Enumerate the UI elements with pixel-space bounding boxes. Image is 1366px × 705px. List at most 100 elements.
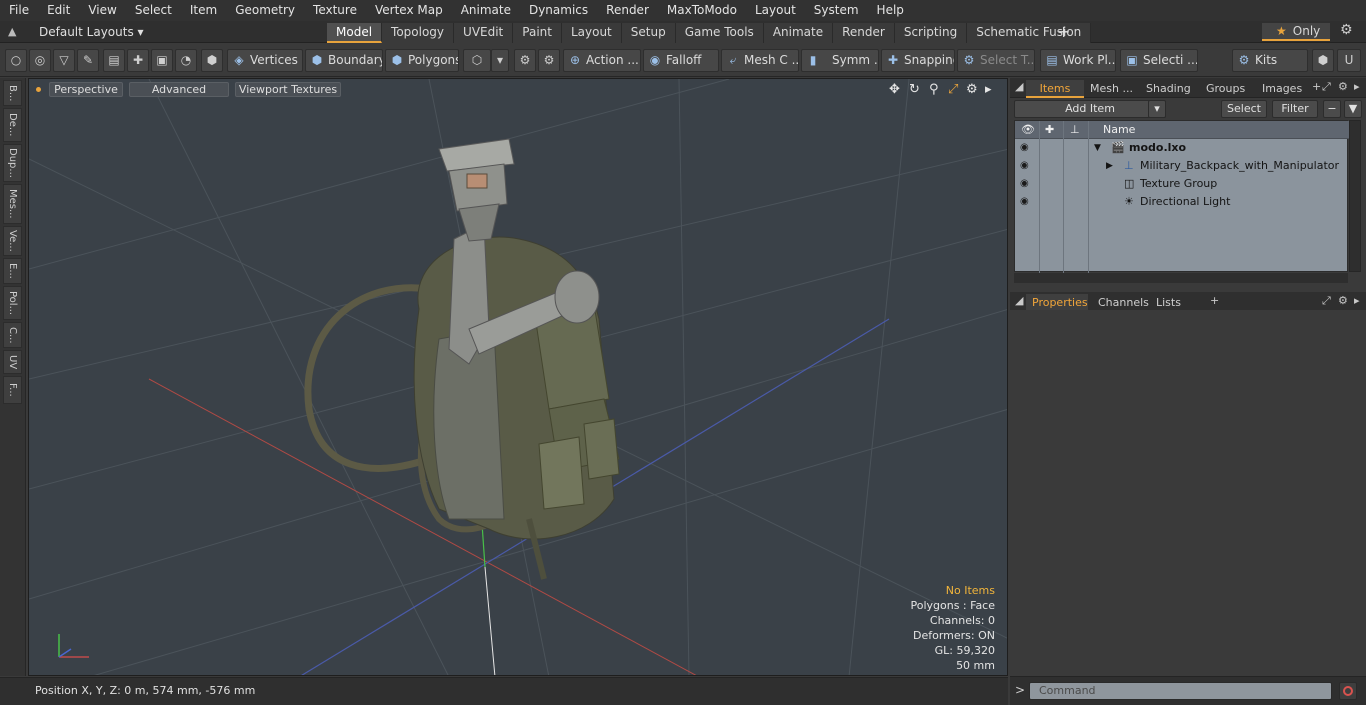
globe-icon[interactable]: ◎ xyxy=(29,49,51,72)
transform-icon[interactable]: ✚ xyxy=(127,49,149,72)
tab-topology[interactable]: Topology xyxy=(382,23,455,43)
tab-images[interactable]: Images xyxy=(1256,80,1308,98)
menu-vertex-map[interactable]: Vertex Map xyxy=(366,0,452,21)
viewport-expand-icon[interactable]: ▸ xyxy=(985,82,992,97)
left-tab-polygon[interactable]: Pol... xyxy=(3,286,22,320)
filter-funnel-icon[interactable]: ▼ xyxy=(1344,100,1362,118)
tree-row-scene[interactable]: ◉ ▼ 🎬 modo.lxo xyxy=(1015,139,1349,157)
tab-paint[interactable]: Paint xyxy=(513,23,562,43)
rotate-view-icon[interactable]: ↻ xyxy=(909,82,920,97)
maximize-icon[interactable]: ⤢ xyxy=(948,82,958,97)
visibility-eye-icon[interactable]: ◉ xyxy=(1020,193,1029,211)
backpack-model[interactable] xyxy=(304,138,620,580)
tab-groups[interactable]: Groups xyxy=(1200,80,1251,98)
left-tab-basic[interactable]: B... xyxy=(3,80,22,106)
boundary-button[interactable]: ⬢ Boundary xyxy=(305,49,383,72)
tab-uvedit[interactable]: UVEdit xyxy=(454,23,514,43)
menu-system[interactable]: System xyxy=(805,0,868,21)
name-column-header[interactable]: Name xyxy=(1103,123,1135,136)
panel-settings-icon[interactable]: ⚙ xyxy=(1338,80,1348,93)
panel-arrow-icon[interactable]: ▸ xyxy=(1354,294,1360,307)
item-list-scrollbar[interactable] xyxy=(1349,120,1361,272)
left-tab-edge[interactable]: E... xyxy=(3,258,22,284)
tree-row-mesh[interactable]: ◉ ▶ ⊥ Military_Backpack_with_Manipulator xyxy=(1015,157,1349,175)
viewport-textures-dropdown[interactable]: Viewport Textures xyxy=(235,82,341,97)
pan-icon[interactable]: ✥ xyxy=(889,82,900,97)
lock-column-icon[interactable]: ✚ xyxy=(1045,123,1054,136)
filter-button[interactable]: Filter xyxy=(1272,100,1318,118)
unity-icon[interactable]: ⬢ xyxy=(1312,49,1334,72)
expand-panel-icon[interactable]: ⤢ xyxy=(1322,80,1331,94)
action-center-button[interactable]: ⊕ Action ... xyxy=(563,49,641,72)
collapse-icon[interactable]: − xyxy=(1323,100,1341,118)
kits-button[interactable]: ⚙ Kits xyxy=(1232,49,1308,72)
snapping-gear-icon[interactable]: ⚙ xyxy=(538,49,560,72)
symmetry-gear-icon[interactable]: ⚙ xyxy=(514,49,536,72)
left-tab-fusion[interactable]: F... xyxy=(3,376,22,404)
menu-help[interactable]: Help xyxy=(868,0,913,21)
view-mode-dropdown[interactable]: Perspective xyxy=(49,82,123,97)
symmetry-button[interactable]: ▮ Symm ... xyxy=(801,49,879,72)
menu-texture[interactable]: Texture xyxy=(304,0,366,21)
viewport-settings-icon[interactable]: ⚙ xyxy=(966,82,978,97)
visibility-eye-icon[interactable]: ◉ xyxy=(1020,157,1029,175)
unreal-icon[interactable]: U xyxy=(1337,49,1361,72)
menu-layout[interactable]: Layout xyxy=(746,0,805,21)
expand-panel-icon[interactable]: ⤢ xyxy=(1322,294,1331,308)
record-macro-icon[interactable] xyxy=(1339,682,1357,700)
left-tab-curve[interactable]: C... xyxy=(3,322,22,348)
tab-schematic-fusion[interactable]: Schematic Fusion xyxy=(967,23,1092,43)
tab-game-tools[interactable]: Game Tools xyxy=(675,23,764,43)
axis-column-icon[interactable]: ⊥ xyxy=(1070,123,1080,136)
menu-select[interactable]: Select xyxy=(126,0,181,21)
vertices-button[interactable]: ◈ Vertices xyxy=(227,49,303,72)
menu-animate[interactable]: Animate xyxy=(452,0,520,21)
element-icon[interactable]: ▣ xyxy=(151,49,173,72)
menu-geometry[interactable]: Geometry xyxy=(226,0,304,21)
tab-render[interactable]: Render xyxy=(833,23,895,43)
selection-sets-button[interactable]: ▣ Selecti ... xyxy=(1120,49,1198,72)
menu-edit[interactable]: Edit xyxy=(38,0,79,21)
left-tab-vertex[interactable]: Ve... xyxy=(3,226,22,256)
item-list-hscrollbar[interactable] xyxy=(1014,273,1348,283)
expand-arrow-icon[interactable]: ▼ xyxy=(1094,139,1101,157)
left-tab-uv[interactable]: UV xyxy=(3,350,22,374)
3d-viewport[interactable]: Perspective Advanced Viewport Textures ✥… xyxy=(28,78,1008,676)
chevron-down-icon[interactable]: ▾ xyxy=(491,49,509,72)
panel-menu-icon[interactable]: ◢ xyxy=(1015,294,1023,307)
viewport-menu-dot[interactable] xyxy=(36,87,41,92)
expand-arrow-icon[interactable]: ▶ xyxy=(1106,157,1113,175)
panel-menu-icon[interactable]: ◢ xyxy=(1015,80,1023,93)
rotate-icon[interactable]: ◔ xyxy=(175,49,197,72)
shading-mode-dropdown[interactable]: Advanced xyxy=(129,82,229,97)
menu-file[interactable]: File xyxy=(0,0,38,21)
visibility-eye-icon[interactable]: ◉ xyxy=(1020,139,1029,157)
menu-view[interactable]: View xyxy=(79,0,125,21)
select-circle-icon[interactable]: ○ xyxy=(5,49,27,72)
left-tab-mesh-edit[interactable]: Mes... xyxy=(3,184,22,224)
add-tab-icon[interactable]: + xyxy=(1057,22,1070,41)
add-item-dropdown-icon[interactable]: ▾ xyxy=(1148,100,1166,118)
falloff-button[interactable]: ◉ Falloff xyxy=(643,49,719,72)
only-toggle[interactable]: ★ Only xyxy=(1262,23,1330,41)
tree-row-texture-group[interactable]: ◉ ◫ Texture Group xyxy=(1015,175,1349,193)
brush-icon[interactable]: ✎ xyxy=(77,49,99,72)
panel-arrow-icon[interactable]: ▸ xyxy=(1354,80,1360,93)
tab-mesh-ops[interactable]: Mesh ... xyxy=(1084,80,1139,98)
align-icon[interactable]: ▤ xyxy=(103,49,125,72)
default-layouts-dropdown[interactable]: Default Layouts ▾ xyxy=(39,21,144,43)
menu-dynamics[interactable]: Dynamics xyxy=(520,0,597,21)
add-tab-icon[interactable]: + xyxy=(1312,80,1321,93)
work-plane-button[interactable]: ▤ Work Pl... xyxy=(1040,49,1116,72)
tab-layout[interactable]: Layout xyxy=(561,23,622,43)
layouts-menu-icon[interactable]: ▲ xyxy=(8,25,22,39)
menu-render[interactable]: Render xyxy=(597,0,658,21)
tab-setup[interactable]: Setup xyxy=(621,23,676,43)
tab-items[interactable]: Items xyxy=(1026,80,1084,98)
left-tab-deform[interactable]: De... xyxy=(3,108,22,142)
item-list[interactable]: 👁 ✚ ⊥ Name ◉ ▼ 🎬 modo.lxo ◉ ▶ ⊥ Military… xyxy=(1014,120,1349,273)
select-through-button[interactable]: ⚙ Select T... xyxy=(957,49,1035,72)
snapping-button[interactable]: ✚ Snapping xyxy=(881,49,955,72)
mesh-constraint-button[interactable]: ⤶ Mesh C ... xyxy=(721,49,799,72)
command-input[interactable]: Command xyxy=(1029,682,1332,700)
